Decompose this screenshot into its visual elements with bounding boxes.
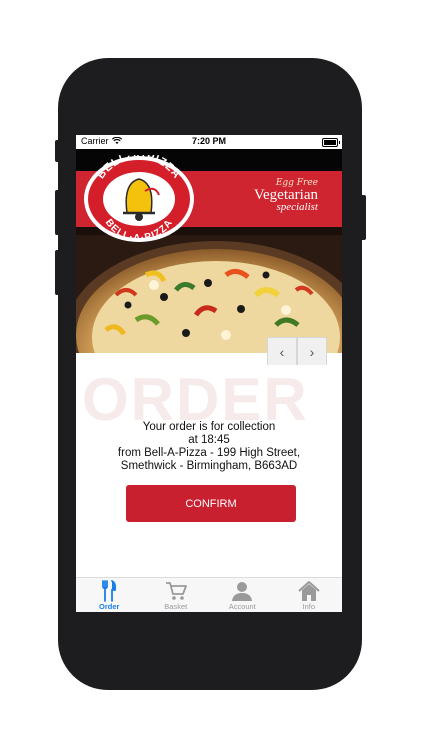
vegetarian-tagline: Egg Free Vegetarian specialist bbox=[254, 179, 318, 213]
status-bar: Carrier 7:20 PM bbox=[76, 135, 342, 149]
status-time: 7:20 PM bbox=[191, 136, 226, 146]
tab-order[interactable]: Order bbox=[76, 578, 143, 612]
tab-order-label: Order bbox=[99, 602, 120, 611]
house-icon bbox=[298, 581, 320, 601]
cart-icon bbox=[165, 582, 187, 600]
phone-mute-button bbox=[55, 140, 61, 162]
tagline-specialist: specialist bbox=[276, 201, 318, 213]
tab-info-label: Info bbox=[302, 602, 315, 611]
confirm-button[interactable]: CONFIRM bbox=[126, 485, 296, 522]
tab-info[interactable]: Info bbox=[276, 578, 343, 612]
person-icon bbox=[232, 582, 253, 601]
carousel-next-button[interactable]: › bbox=[297, 337, 327, 367]
tab-account[interactable]: Account bbox=[209, 578, 276, 612]
bell-logo-icon: BELL·A·PIZZA BELL·A·PIZZA bbox=[84, 150, 194, 244]
phone-volume-down-button bbox=[55, 250, 61, 295]
tab-bar: Order Basket Account Info bbox=[76, 577, 342, 612]
app-screen: Carrier 7:20 PM BELL·A·PIZZA BELL·A·PIZZ… bbox=[76, 135, 342, 612]
fork-knife-icon bbox=[102, 580, 117, 602]
order-line-4: Smethwick - Birmingham, B663AD bbox=[120, 460, 298, 472]
chevron-left-icon: ‹ bbox=[279, 344, 285, 360]
pizza-illustration bbox=[76, 235, 342, 353]
bell-a-pizza-logo: BELL·A·PIZZA BELL·A·PIZZA bbox=[83, 150, 195, 244]
order-message: Your order is for collection at 18:45 fr… bbox=[76, 421, 342, 473]
carousel-nav: ‹ › bbox=[267, 337, 327, 367]
phone-volume-up-button bbox=[55, 190, 61, 235]
order-content: ORDER Your order is for collection at 18… bbox=[76, 365, 342, 577]
order-line-1: Your order is for collection bbox=[142, 421, 276, 433]
order-line-2: at 18:45 bbox=[188, 434, 230, 446]
tab-basket[interactable]: Basket bbox=[143, 578, 210, 612]
pizza-image bbox=[76, 235, 342, 353]
tab-account-label: Account bbox=[228, 602, 256, 611]
phone-power-button bbox=[360, 195, 366, 240]
battery-icon bbox=[322, 138, 340, 147]
carousel-prev-button[interactable]: ‹ bbox=[267, 337, 297, 367]
chevron-right-icon: › bbox=[309, 344, 315, 360]
order-line-3: from Bell-A-Pizza - 199 High Street, bbox=[117, 447, 301, 459]
tab-basket-label: Basket bbox=[164, 602, 188, 611]
